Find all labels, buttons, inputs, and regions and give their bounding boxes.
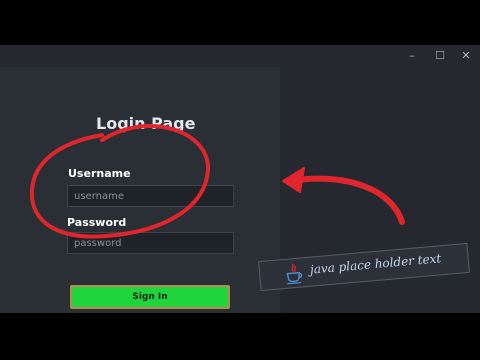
title-bar: – ☐ ✕: [0, 45, 480, 67]
close-button[interactable]: ✕: [458, 48, 474, 64]
username-label: Username: [68, 167, 131, 180]
password-label: Password: [67, 216, 127, 229]
username-input[interactable]: [67, 185, 234, 207]
maximize-button[interactable]: ☐: [432, 48, 448, 64]
minimize-button[interactable]: –: [404, 48, 420, 64]
java-icon: [286, 263, 303, 285]
sign-in-button[interactable]: Sign In: [70, 285, 230, 309]
password-input[interactable]: [67, 232, 234, 254]
page-title: Login Page: [96, 114, 196, 133]
tooltip-text: java place holder text: [309, 251, 442, 277]
login-panel: Login Page Username Password Sign In: [0, 67, 280, 313]
